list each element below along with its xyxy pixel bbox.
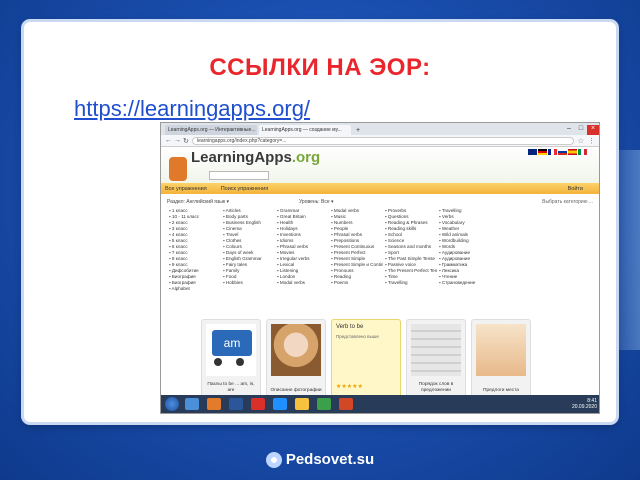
- browser-tab-active[interactable]: LearningApps.org — создание му...: [259, 125, 351, 135]
- filter-row: Раздел: Английский язык ▾ Уровень: Все ▾…: [161, 197, 599, 206]
- back-icon[interactable]: ←: [165, 137, 174, 144]
- card-caption: Пазлы to be ... am, is, are: [207, 382, 255, 393]
- exercise-card[interactable]: Описание фотографии: [266, 319, 326, 399]
- category-link[interactable]: Travelling: [385, 280, 437, 286]
- card-caption: Описание фотографии: [270, 388, 322, 393]
- pedsovet-logo: Pedsovet.su: [0, 451, 640, 468]
- yandex-icon[interactable]: [251, 398, 265, 410]
- word-icon[interactable]: [229, 398, 243, 410]
- start-button-icon[interactable]: [165, 397, 179, 411]
- embedded-screenshot: LearningApps.org — Интерактивные... Lear…: [160, 122, 600, 414]
- card-caption: Предлоги места: [483, 388, 519, 393]
- reload-icon[interactable]: ↻: [183, 137, 192, 145]
- category-column: Modal verbsMusicNumbersPeoplePhrasal ver…: [331, 208, 383, 292]
- address-bar: ← → ↻ learningapps.org/index.php?categor…: [161, 135, 599, 147]
- exercise-card[interactable]: Порядок слов в предложении: [406, 319, 466, 399]
- flag-icon[interactable]: [538, 149, 547, 155]
- site-search-input[interactable]: [209, 171, 269, 180]
- flag-icon[interactable]: [568, 149, 577, 155]
- new-tab-icon[interactable]: +: [353, 125, 363, 135]
- system-tray-clock[interactable]: 8:41 20.09.2020: [572, 398, 597, 410]
- window-controls: – □ ×: [563, 125, 599, 135]
- site-logo[interactable]: LearningApps.org: [191, 149, 320, 166]
- language-flags: [528, 149, 587, 155]
- exercise-card[interactable]: Предлоги места: [471, 319, 531, 399]
- media-player-icon[interactable]: [207, 398, 221, 410]
- search-exercises-button[interactable]: Поиск упражнения: [221, 186, 268, 192]
- explorer-icon[interactable]: [185, 398, 199, 410]
- menu-icon[interactable]: ⋮: [588, 137, 595, 145]
- site-toolbar: Все упражнения Поиск упражнения Войти: [161, 183, 599, 194]
- powerpoint-icon[interactable]: [339, 398, 353, 410]
- learningapps-link[interactable]: https://learningapps.org/: [74, 96, 310, 122]
- maximize-icon[interactable]: □: [575, 125, 587, 135]
- grid-thumbnail: [411, 324, 461, 376]
- browser-tab[interactable]: LearningApps.org — Интерактивные...: [165, 125, 257, 135]
- exercise-cards: am Пазлы to be ... am, is, are Описание …: [201, 319, 536, 399]
- category-link[interactable]: Modal verbs: [277, 280, 329, 286]
- subject-filter[interactable]: Раздел: Английский язык ▾: [167, 199, 229, 205]
- browser-tabbar: LearningApps.org — Интерактивные... Lear…: [161, 123, 599, 135]
- flag-icon[interactable]: [558, 149, 567, 155]
- url-field[interactable]: learningapps.org/index.php?category=...: [192, 136, 574, 145]
- card-title: Verb to be: [336, 324, 364, 330]
- exercise-card[interactable]: am Пазлы to be ... am, is, are: [201, 319, 261, 399]
- folder-icon[interactable]: [295, 398, 309, 410]
- chrome-icon[interactable]: [317, 398, 331, 410]
- category-link[interactable]: Страноведение: [439, 280, 491, 286]
- card-caption: Порядок слов в предложении: [418, 382, 454, 393]
- rating-stars-icon: ★★★★★: [336, 384, 363, 390]
- category-column: 1 класс10 - 11 класс2 класс3 класс4 клас…: [169, 208, 221, 292]
- flag-icon[interactable]: [578, 149, 587, 155]
- flag-icon[interactable]: [528, 149, 537, 155]
- forward-icon[interactable]: →: [174, 137, 183, 144]
- photo-thumbnail: [271, 324, 321, 376]
- category-column: ArticlesBody partsBusiness EnglishCinema…: [223, 208, 275, 292]
- minimize-icon[interactable]: –: [563, 125, 575, 135]
- category-select[interactable]: Выбрать категорию ...: [542, 199, 593, 205]
- train-thumbnail: am: [206, 324, 256, 376]
- card-subtitle: Представлено выше: [336, 334, 379, 339]
- site-header: LearningApps.org Все упражнения Поиск уп…: [161, 147, 599, 194]
- room-thumbnail: [476, 324, 526, 376]
- ie-icon[interactable]: [273, 398, 287, 410]
- close-icon[interactable]: ×: [587, 125, 599, 135]
- windows-taskbar: 8:41 20.09.2020: [161, 395, 599, 413]
- category-column: GrammarGreat BritainHealthHolidaysInvent…: [277, 208, 329, 292]
- flag-icon[interactable]: [548, 149, 557, 155]
- slide-title: ССЫЛКИ НА ЭОР:: [209, 54, 431, 81]
- category-column: ProverbsQuestionsReading & PhrasesReadin…: [385, 208, 437, 292]
- category-link[interactable]: Alphabet: [169, 286, 221, 292]
- star-icon[interactable]: ☆: [578, 137, 584, 145]
- snowflake-icon: [265, 452, 282, 468]
- level-filter[interactable]: Уровень: Все ▾: [299, 199, 334, 205]
- category-link[interactable]: Poems: [331, 280, 383, 286]
- category-link[interactable]: Hobbies: [223, 280, 275, 286]
- category-column: TravellingVerbsVocabularyWeatherWild ani…: [439, 208, 491, 292]
- slide: ССЫЛКИ НА ЭОР: https://learningapps.org/…: [24, 22, 616, 422]
- login-button[interactable]: Войти: [568, 186, 583, 192]
- all-exercises-button[interactable]: Все упражнения: [165, 186, 207, 192]
- puzzle-logo-icon: [169, 157, 187, 181]
- category-columns: 1 класс10 - 11 класс2 класс3 класс4 клас…: [161, 208, 599, 292]
- exercise-card-featured[interactable]: Verb to be Представлено выше ★★★★★: [331, 319, 401, 399]
